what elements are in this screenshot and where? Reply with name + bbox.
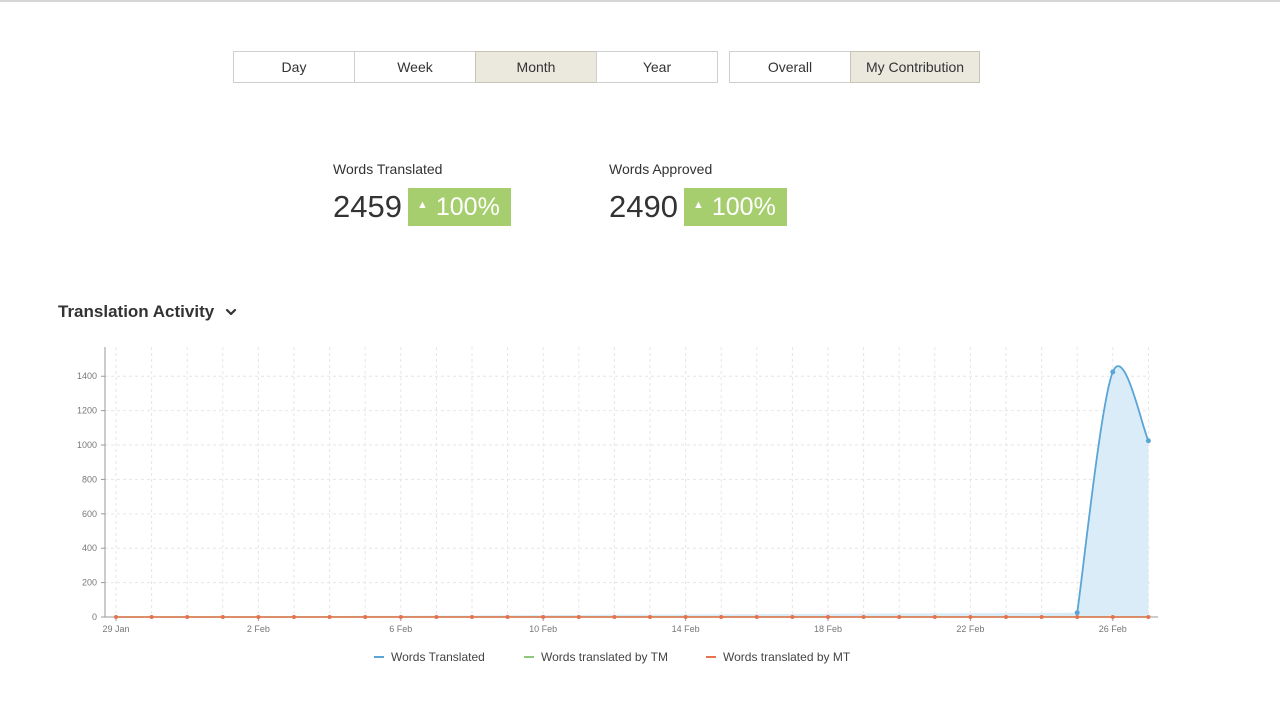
period-year-button[interactable]: Year xyxy=(596,51,718,83)
legend-words-translated-tm[interactable]: Words translated by TM xyxy=(524,650,668,664)
series-translated-point xyxy=(1074,610,1080,616)
series-mt-point xyxy=(398,615,403,619)
chevron-down-icon xyxy=(226,308,237,316)
series-mt-point xyxy=(861,615,866,619)
words-approved-change-badge: ▲ 100% xyxy=(683,188,787,226)
words-approved-stat: Words Approved 2490 ▲ 100% xyxy=(609,160,787,226)
x-tick-label: 14 Feb xyxy=(672,624,700,634)
top-divider xyxy=(0,0,1280,2)
y-tick-label: 400 xyxy=(82,543,97,553)
y-tick-label: 1400 xyxy=(77,371,97,381)
series-translated-area xyxy=(116,366,1149,617)
series-mt-point xyxy=(1110,615,1115,619)
series-mt-point xyxy=(968,615,973,619)
words-approved-change: 100% xyxy=(711,193,776,221)
scope-overall-button[interactable]: Overall xyxy=(729,51,851,83)
legend-label: Words Translated xyxy=(391,650,485,664)
series-mt-point xyxy=(683,615,688,619)
period-day-button[interactable]: Day xyxy=(233,51,355,83)
series-mt-point xyxy=(256,615,261,619)
y-tick-label: 0 xyxy=(92,612,97,622)
series-mt-point xyxy=(327,615,332,619)
period-filter-group: Day Week Month Year xyxy=(233,51,718,83)
period-week-button[interactable]: Week xyxy=(354,51,476,83)
series-mt-point xyxy=(719,615,724,619)
scope-filter-group: Overall My Contribution xyxy=(729,51,980,83)
words-translated-stat: Words Translated 2459 ▲ 100% xyxy=(333,160,511,226)
legend-words-translated[interactable]: Words Translated xyxy=(374,650,485,664)
y-tick-label: 600 xyxy=(82,509,97,519)
words-translated-change-badge: ▲ 100% xyxy=(407,188,511,226)
legend-words-translated-mt[interactable]: Words translated by MT xyxy=(706,650,850,664)
triangle-up-icon: ▲ xyxy=(692,199,704,211)
series-mt-point xyxy=(292,615,296,619)
x-tick-label: 18 Feb xyxy=(814,624,842,634)
legend-label: Words translated by MT xyxy=(723,650,851,664)
translation-activity-toggle[interactable]: Translation Activity xyxy=(58,302,238,322)
legend-swatch xyxy=(524,656,534,658)
y-tick-label: 200 xyxy=(82,578,97,588)
series-translated-point xyxy=(1145,438,1151,444)
x-tick-label: 29 Jan xyxy=(102,624,129,634)
triangle-up-icon: ▲ xyxy=(416,199,428,211)
x-tick-label: 6 Feb xyxy=(389,624,412,634)
series-mt-point xyxy=(826,615,830,619)
series-mt-point xyxy=(185,615,190,619)
series-translated-point xyxy=(1110,369,1116,375)
legend-swatch xyxy=(706,656,716,658)
words-approved-label: Words Approved xyxy=(609,161,713,177)
series-mt-point xyxy=(470,615,474,619)
series-mt-point xyxy=(434,615,439,619)
period-month-button[interactable]: Month xyxy=(475,51,597,83)
series-mt-point xyxy=(114,615,118,619)
series-mt-point xyxy=(1075,615,1080,619)
series-mt-point xyxy=(790,615,795,619)
series-mt-point xyxy=(1146,615,1151,619)
y-tick-label: 1200 xyxy=(77,406,97,416)
legend-label: Words translated by TM xyxy=(541,650,668,664)
chart-legend: Words Translated Words translated by TM … xyxy=(0,650,1280,668)
translation-activity-chart: 0 200 400 600 800 1000 1200 1400 29 Jan 2 Feb 6 Fe… xyxy=(77,347,1158,634)
series-mt-point xyxy=(363,615,368,619)
series-mt-point xyxy=(932,615,937,619)
series-mt-point xyxy=(505,615,510,619)
series-mt-point xyxy=(1039,615,1044,619)
series-mt-point xyxy=(220,615,225,619)
x-tick-label: 10 Feb xyxy=(529,624,557,634)
series-mt-point xyxy=(648,615,652,619)
scope-my-contribution-button[interactable]: My Contribution xyxy=(850,51,980,83)
series-mt-point xyxy=(897,615,902,619)
words-translated-value: 2459 xyxy=(333,189,402,224)
series-mt-point xyxy=(541,615,546,619)
words-translated-label: Words Translated xyxy=(333,161,443,177)
x-tick-label: 2 Feb xyxy=(247,624,270,634)
x-tick-label: 22 Feb xyxy=(956,624,984,634)
y-tick-label: 1000 xyxy=(77,440,97,450)
y-tick-label: 800 xyxy=(82,474,97,484)
legend-swatch xyxy=(374,656,384,658)
series-mt-point xyxy=(149,615,154,619)
words-approved-value: 2490 xyxy=(609,189,678,224)
x-tick-label: 26 Feb xyxy=(1099,624,1127,634)
section-title: Translation Activity xyxy=(58,302,215,321)
series-mt-point xyxy=(612,615,617,619)
series-mt-point xyxy=(754,615,759,619)
series-mt-point xyxy=(1004,615,1008,619)
series-mt-point xyxy=(576,615,581,619)
words-translated-change: 100% xyxy=(435,193,500,221)
